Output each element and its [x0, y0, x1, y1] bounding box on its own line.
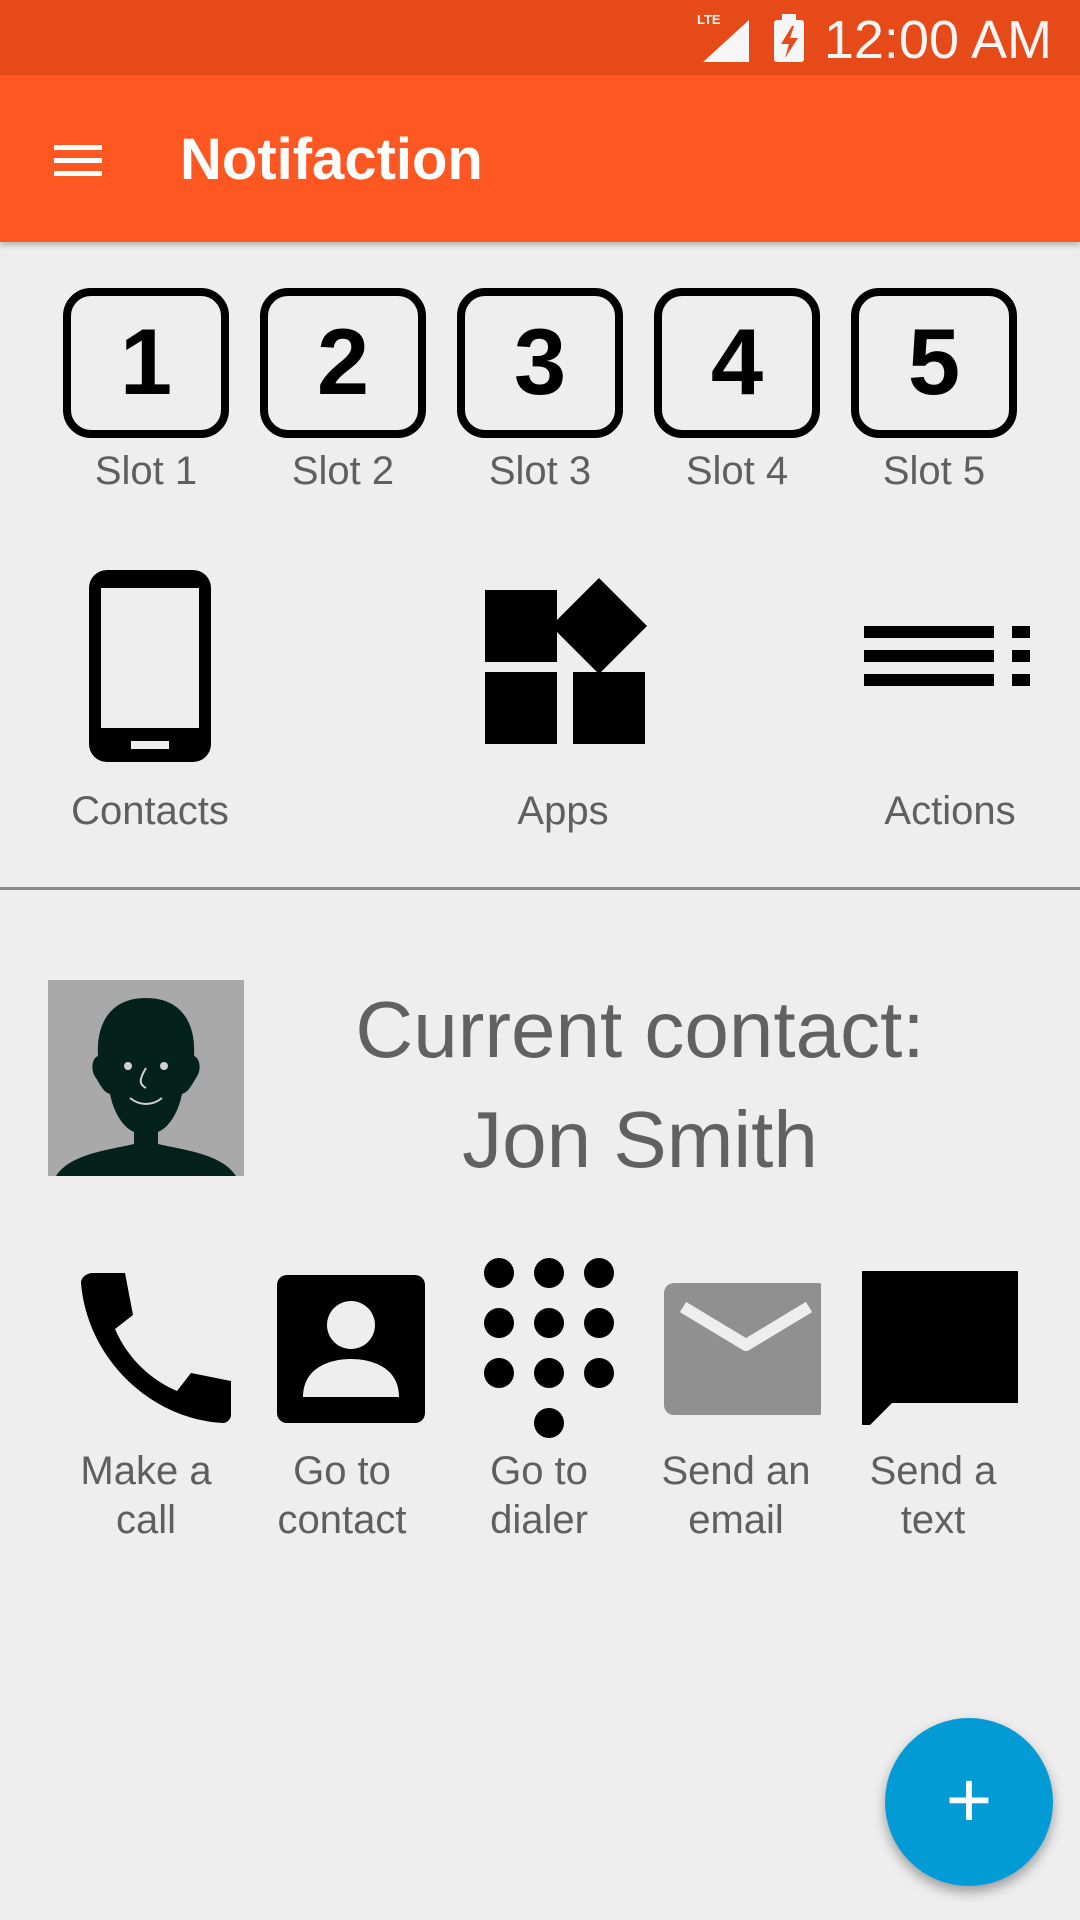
slot-number-box: 1 — [63, 288, 229, 438]
contact-card-icon — [277, 1275, 425, 1423]
slot-1-button[interactable]: 1 Slot 1 — [61, 288, 231, 496]
apps-category-button[interactable]: Apps — [428, 566, 698, 833]
current-contact-heading: Current contact: Jon Smith — [290, 975, 990, 1195]
current-contact-label: Current contact: — [355, 985, 925, 1074]
playlist-icon — [864, 626, 1030, 686]
message-icon — [862, 1271, 1018, 1425]
status-time: 12:00 AM — [823, 10, 1052, 70]
phone-icon — [81, 1273, 231, 1423]
app-title: Notifaction — [180, 127, 483, 192]
add-icon: + — [945, 1755, 993, 1844]
send-text-label: Send a text — [869, 1449, 997, 1542]
make-call-button[interactable]: Make a call — [51, 1255, 241, 1545]
go-to-contact-label: Go to contact — [277, 1449, 407, 1542]
slot-label: Slot 3 — [488, 449, 592, 493]
slot-5-button[interactable]: 5 Slot 5 — [849, 288, 1019, 496]
apps-label: Apps — [517, 789, 609, 833]
slot-number-box: 5 — [851, 288, 1017, 438]
send-email-button[interactable]: Send an email — [641, 1255, 831, 1545]
slot-2-button[interactable]: 2 Slot 2 — [258, 288, 428, 496]
slot-4-button[interactable]: 4 Slot 4 — [652, 288, 822, 496]
person-silhouette-icon — [56, 998, 236, 1176]
make-call-label: Make a call — [80, 1449, 212, 1542]
add-fab-button[interactable]: + — [885, 1718, 1053, 1886]
send-text-button[interactable]: Send a text — [838, 1255, 1028, 1545]
slot-label: Slot 2 — [291, 449, 395, 493]
slot-number-box: 3 — [457, 288, 623, 438]
current-contact-name: Jon Smith — [462, 1095, 818, 1184]
hamburger-menu-icon[interactable] — [44, 131, 114, 187]
go-to-dialer-button[interactable]: Go to dialer — [444, 1255, 634, 1545]
send-email-label: Send an email — [661, 1449, 811, 1542]
lte-signal-icon: LTE — [697, 12, 749, 62]
svg-text:LTE: LTE — [697, 12, 721, 27]
dialpad-icon — [484, 1258, 614, 1438]
battery-charging-icon — [774, 14, 804, 62]
slot-3-button[interactable]: 3 Slot 3 — [455, 288, 625, 496]
slot-label: Slot 1 — [94, 449, 198, 493]
section-divider — [0, 887, 1080, 890]
contact-avatar — [48, 980, 244, 1176]
actions-label: Actions — [884, 789, 1016, 833]
contacts-label: Contacts — [71, 789, 229, 833]
email-icon — [664, 1283, 821, 1415]
app-bar: Notifaction — [0, 75, 1080, 242]
widgets-icon — [485, 578, 647, 744]
go-to-dialer-label: Go to dialer — [490, 1449, 588, 1542]
go-to-contact-button[interactable]: Go to contact — [247, 1255, 437, 1545]
contacts-category-button[interactable]: Contacts — [40, 566, 260, 833]
slot-number-box: 2 — [260, 288, 426, 438]
slot-number-box: 4 — [654, 288, 820, 438]
actions-category-button[interactable]: Actions — [840, 566, 1060, 833]
status-bar: LTE 12:00 AM — [0, 0, 1080, 75]
slot-label: Slot 5 — [882, 449, 986, 493]
smartphone-icon — [89, 570, 211, 762]
slot-label: Slot 4 — [685, 449, 789, 493]
